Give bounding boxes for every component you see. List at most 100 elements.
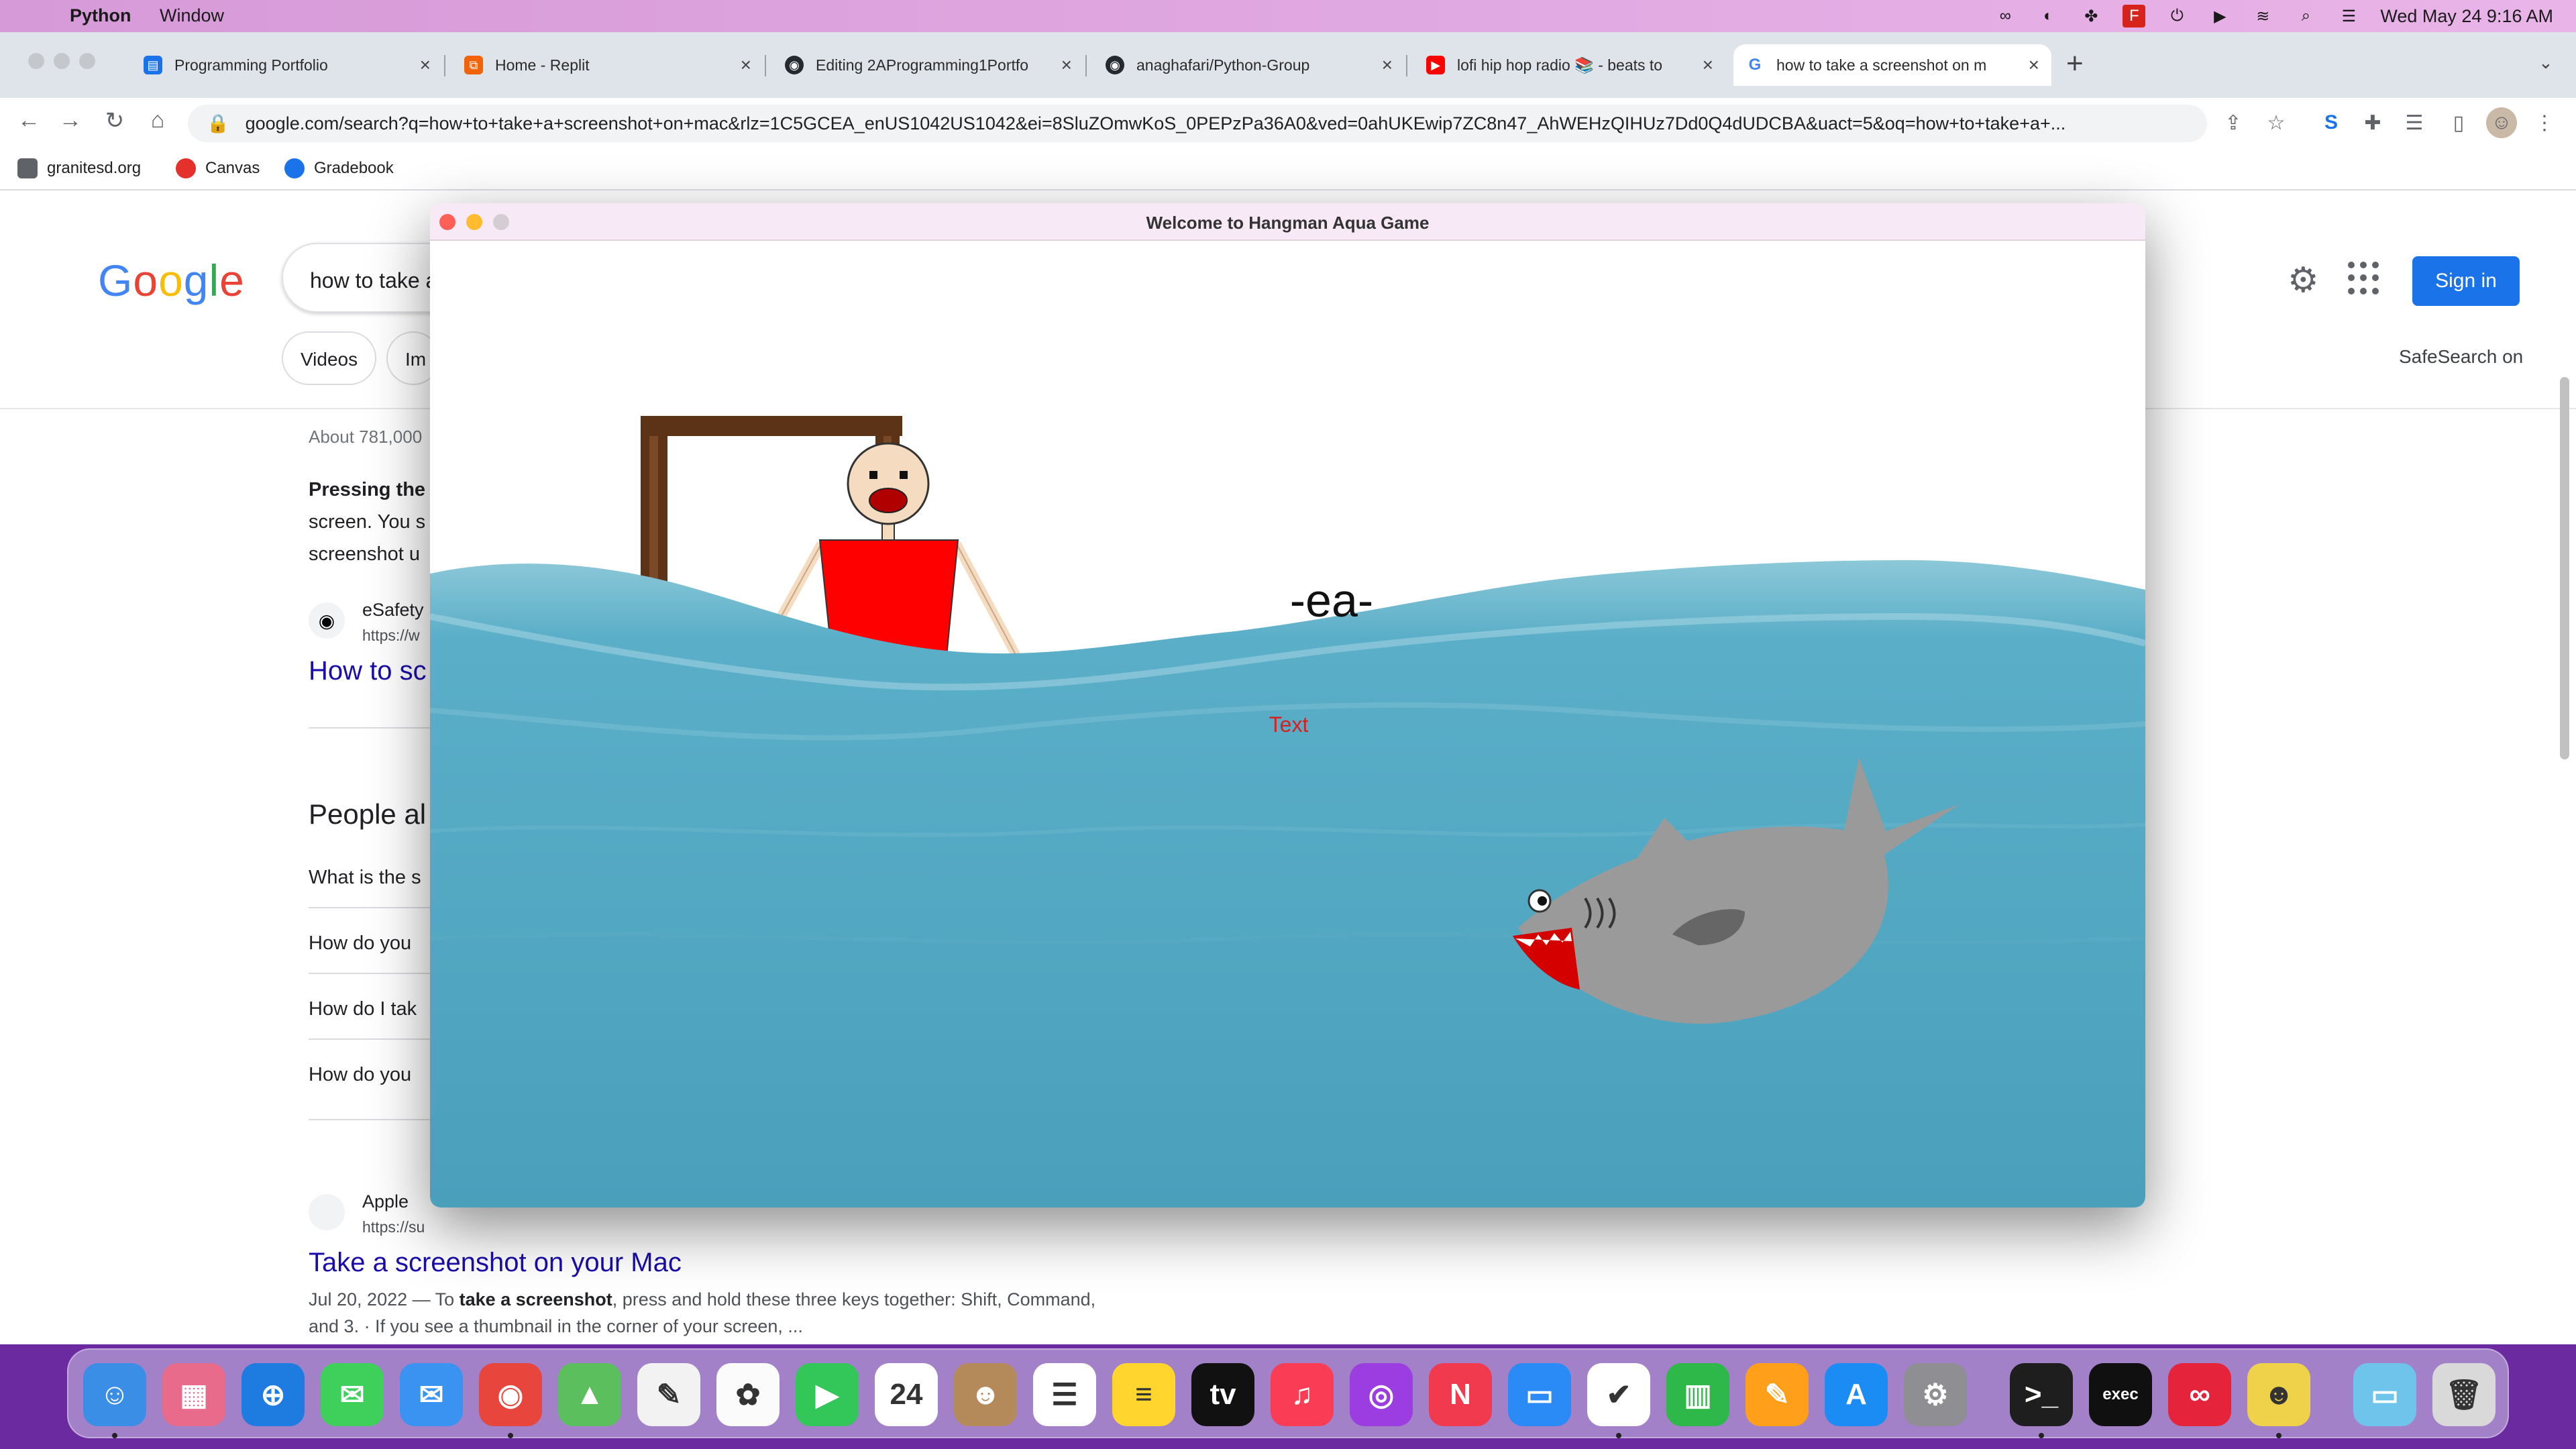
- close-tab-icon[interactable]: ×: [1703, 54, 1713, 76]
- power-tray-icon[interactable]: ⏻: [2165, 5, 2188, 28]
- scrollbar-thumb[interactable]: [2560, 377, 2569, 759]
- macos-menu-bar: Python Window ∞ ◐ ✤ F ⏻ ▶ ≋ ⌕ ☰ Wed May …: [0, 0, 2576, 32]
- chrome-icon[interactable]: ◉: [479, 1363, 542, 1426]
- new-tab-button[interactable]: +: [2066, 47, 2084, 80]
- google-logo-letter: e: [219, 256, 245, 305]
- tab-title: Editing 2AProgramming1Portfo: [816, 56, 1029, 74]
- home-button[interactable]: ⌂: [142, 107, 173, 133]
- result-url: https://w: [362, 627, 420, 644]
- shark-pupil: [1538, 896, 1547, 906]
- system-settings-icon[interactable]: ⚙: [1904, 1363, 1967, 1426]
- bookmark-canvas[interactable]: Canvas: [176, 158, 260, 178]
- control-center-icon[interactable]: ☰: [2337, 5, 2360, 28]
- replit-desktop-icon[interactable]: ✔: [1587, 1363, 1650, 1426]
- back-button[interactable]: ←: [13, 107, 44, 133]
- flashpoint-tray-icon[interactable]: F: [2123, 5, 2146, 28]
- numbers-icon[interactable]: ▥: [1666, 1363, 1729, 1426]
- address-bar[interactable]: 🔒 google.com/search?q=how+to+take+a+scre…: [188, 105, 2207, 142]
- google-logo[interactable]: Google: [98, 255, 245, 306]
- tab-how-to-screenshot[interactable]: G how to take a screenshot on m ×: [1733, 44, 2051, 86]
- tab-separator: [765, 55, 766, 76]
- game-canvas[interactable]: -ea- Text: [430, 241, 2145, 1208]
- zoom-window-button[interactable]: [79, 53, 95, 69]
- facetime-icon[interactable]: ▶: [796, 1363, 859, 1426]
- forward-button[interactable]: →: [55, 107, 86, 133]
- launchpad-icon[interactable]: ▦: [162, 1363, 225, 1426]
- spotlight-search-icon[interactable]: ⌕: [2294, 5, 2317, 28]
- wifi-icon[interactable]: ≋: [2251, 5, 2274, 28]
- app-menu-python[interactable]: Python: [70, 5, 131, 26]
- python-launcher-icon[interactable]: ✎: [637, 1363, 700, 1426]
- photos-icon[interactable]: ✿: [716, 1363, 780, 1426]
- game-title-bar[interactable]: Welcome to Hangman Aqua Game: [430, 203, 2145, 241]
- page-scrollbar[interactable]: [2560, 352, 2569, 1449]
- close-window-button[interactable]: [28, 53, 44, 69]
- chip-videos[interactable]: Videos: [282, 331, 377, 385]
- keynote-icon[interactable]: ▭: [1508, 1363, 1571, 1426]
- paa-question[interactable]: How do I tak: [309, 998, 417, 1020]
- result-title-link[interactable]: How to sc: [309, 656, 427, 686]
- creative-cloud-tray-icon[interactable]: ∞: [1994, 5, 2017, 28]
- news-icon[interactable]: N: [1429, 1363, 1492, 1426]
- reload-button[interactable]: ↻: [99, 107, 130, 134]
- music-icon[interactable]: ♫: [1271, 1363, 1334, 1426]
- extensions-puzzle-icon[interactable]: ✚: [2357, 107, 2388, 138]
- paa-question[interactable]: How do you: [309, 1064, 411, 1086]
- safari-icon[interactable]: ⊕: [241, 1363, 305, 1426]
- side-panel-icon[interactable]: ▯: [2443, 107, 2474, 138]
- mail-icon[interactable]: ✉: [400, 1363, 463, 1426]
- terminal-icon[interactable]: >_: [2010, 1363, 2073, 1426]
- contacts-icon[interactable]: ☻: [954, 1363, 1017, 1426]
- maps-icon[interactable]: ▲: [558, 1363, 621, 1426]
- safesearch-label[interactable]: SafeSearch on: [2399, 346, 2523, 368]
- bookmark-star-icon[interactable]: ☆: [2261, 107, 2292, 138]
- close-tab-icon[interactable]: ×: [2029, 54, 2039, 76]
- settings-gear-icon[interactable]: ⚙: [2288, 260, 2319, 301]
- grammarly-tray-icon[interactable]: ✤: [2080, 5, 2102, 28]
- close-tab-icon[interactable]: ×: [420, 54, 431, 76]
- text-label: Text: [1269, 712, 1309, 737]
- extension-s-icon[interactable]: S: [2316, 107, 2347, 138]
- sign-in-button[interactable]: Sign in: [2412, 256, 2520, 306]
- close-tab-icon[interactable]: ×: [1061, 54, 1072, 76]
- reminders-icon[interactable]: ☰: [1033, 1363, 1096, 1426]
- python-idle-icon[interactable]: ☻: [2247, 1363, 2310, 1426]
- result-title-link[interactable]: Take a screenshot on your Mac: [309, 1248, 682, 1278]
- menu-bar-clock[interactable]: Wed May 24 9:16 AM: [2380, 6, 2553, 27]
- close-tab-icon[interactable]: ×: [1382, 54, 1393, 76]
- bookmark-granitesd[interactable]: granitesd.org: [17, 158, 141, 178]
- messages-icon[interactable]: ✉: [321, 1363, 384, 1426]
- tab-programming-portfolio[interactable]: ▤ Programming Portfolio ×: [131, 44, 443, 86]
- exec-terminal-icon[interactable]: exec: [2089, 1363, 2152, 1426]
- paa-question[interactable]: How do you: [309, 932, 411, 955]
- tab-python-group[interactable]: ◉ anaghafari/Python-Group ×: [1093, 44, 1405, 86]
- profile-avatar[interactable]: ☺: [2486, 107, 2517, 138]
- app-store-icon[interactable]: A: [1825, 1363, 1888, 1426]
- status-tray-icon[interactable]: ◐: [2037, 5, 2059, 28]
- podcasts-icon[interactable]: ◎: [1350, 1363, 1413, 1426]
- notes-icon[interactable]: ≡: [1112, 1363, 1175, 1426]
- menu-window[interactable]: Window: [160, 5, 224, 26]
- apple-tv-icon[interactable]: tv: [1191, 1363, 1254, 1426]
- bookmark-gradebook[interactable]: Gradebook: [284, 158, 394, 178]
- tab-editing-portfolio[interactable]: ◉ Editing 2AProgramming1Portfo ×: [773, 44, 1084, 86]
- downloads-folder-icon[interactable]: ▭: [2353, 1363, 2416, 1426]
- trash-icon[interactable]: 🗑: [2432, 1363, 2496, 1426]
- tab-search-chevron-icon[interactable]: ⌄: [2538, 52, 2553, 73]
- minimize-window-button[interactable]: [54, 53, 70, 69]
- finder-icon[interactable]: ☺: [83, 1363, 146, 1426]
- close-tab-icon[interactable]: ×: [741, 54, 751, 76]
- result-stats: About 781,000: [309, 427, 423, 447]
- play-tray-icon[interactable]: ▶: [2208, 5, 2231, 28]
- featured-snippet-line: screen. You s: [309, 511, 426, 533]
- pages-icon[interactable]: ✎: [1746, 1363, 1809, 1426]
- tab-home-replit[interactable]: ⧉ Home - Replit ×: [452, 44, 763, 86]
- google-apps-icon[interactable]: [2348, 262, 2381, 295]
- paa-question[interactable]: What is the s: [309, 867, 421, 889]
- creative-cloud-icon[interactable]: ∞: [2168, 1363, 2231, 1426]
- share-icon[interactable]: ⇪: [2218, 107, 2249, 138]
- chrome-menu-icon[interactable]: ⋮: [2529, 107, 2560, 138]
- calendar-icon[interactable]: 24: [875, 1363, 938, 1426]
- reading-list-icon[interactable]: ☰: [2399, 107, 2430, 138]
- tab-lofi-radio[interactable]: ▶ lofi hip hop radio 📚 - beats to ×: [1414, 44, 1725, 86]
